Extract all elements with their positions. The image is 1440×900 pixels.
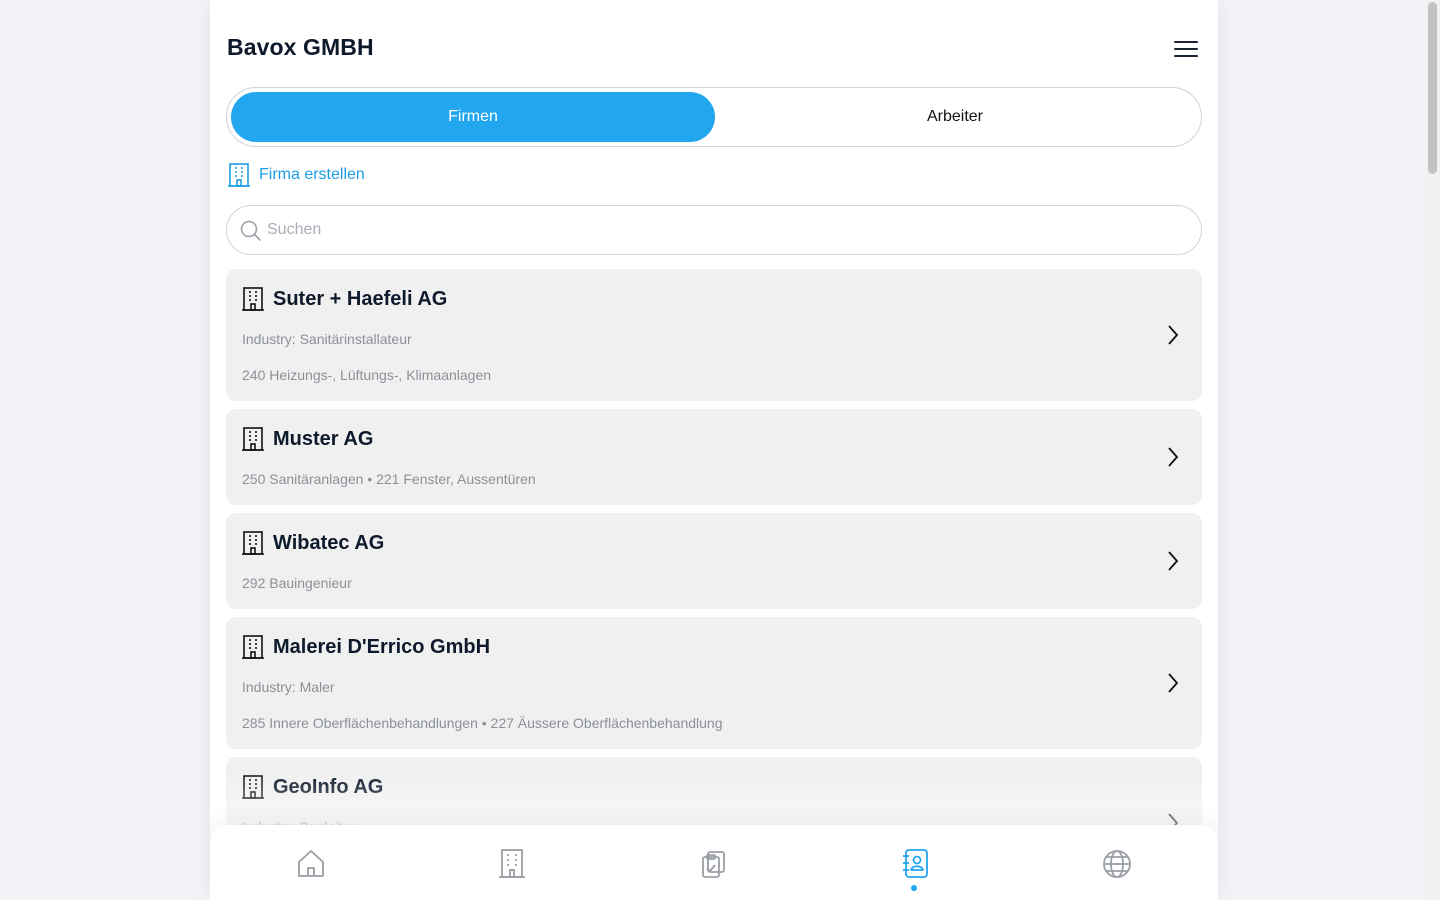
create-company-label: Firma erstellen <box>259 166 365 183</box>
chevron-right-icon <box>1168 325 1179 345</box>
company-card[interactable]: Muster AG 250 Sanitäranlagen • 221 Fenst… <box>226 409 1202 505</box>
company-header: Suter + Haefeli AG <box>241 286 447 312</box>
search-input[interactable] <box>267 206 1187 254</box>
company-header: Malerei D'Errico GmbH <box>241 634 490 660</box>
nav-contacts[interactable] <box>898 847 932 891</box>
create-company-link[interactable]: Firma erstellen <box>227 162 365 188</box>
company-name: Suter + Haefeli AG <box>273 287 448 310</box>
page-title: Bavox GMBH <box>227 34 374 60</box>
company-name: Wibatec AG <box>273 531 385 554</box>
nav-companies[interactable] <box>495 847 529 881</box>
company-industry: Industry: Maler <box>242 679 335 695</box>
hamburger-menu-icon[interactable] <box>1170 36 1202 62</box>
bottom-nav <box>210 825 1218 900</box>
globe-icon <box>1103 850 1131 878</box>
company-card[interactable]: Wibatec AG 292 Bauingenieur <box>226 513 1202 609</box>
building-icon <box>242 635 264 659</box>
building-icon <box>242 287 264 311</box>
chevron-right-icon <box>1168 551 1179 571</box>
company-industry: Industry: Sanitärinstallateur <box>242 331 412 347</box>
company-name: GeoInfo AG <box>273 775 384 798</box>
active-indicator <box>911 885 917 891</box>
app-shell: Bavox GMBH Firmen Arbeiter Firma erstell… <box>210 0 1218 900</box>
chevron-right-icon <box>1168 673 1179 693</box>
company-name: Malerei D'Errico GmbH <box>273 635 491 658</box>
page-scrollbar[interactable] <box>1425 0 1440 900</box>
header: Bavox GMBH <box>210 0 1218 88</box>
building-icon <box>242 775 264 799</box>
company-trades: 240 Heizungs-, Lüftungs-, Klimaanlagen <box>242 367 492 383</box>
nav-language[interactable] <box>1100 847 1134 881</box>
segmented-control: Firmen Arbeiter <box>226 87 1202 147</box>
company-card[interactable]: Malerei D'Errico GmbH Industry: Maler 28… <box>226 617 1202 749</box>
tab-arbeiter[interactable]: Arbeiter <box>713 92 1197 142</box>
company-trades: 285 Innere Oberflächenbehandlungen • 227… <box>242 715 723 731</box>
chevron-right-icon <box>1168 447 1179 467</box>
nav-home[interactable] <box>294 847 328 881</box>
building-icon <box>228 163 250 187</box>
building-icon <box>242 427 264 451</box>
scrollbar-thumb[interactable] <box>1428 2 1437 174</box>
company-name: Muster AG <box>273 427 374 450</box>
company-trades: 250 Sanitäranlagen • 221 Fenster, Aussen… <box>242 471 536 487</box>
building-icon <box>242 531 264 555</box>
search-icon <box>240 220 262 242</box>
company-header: GeoInfo AG <box>241 774 383 800</box>
company-trades: 292 Bauingenieur <box>242 575 352 591</box>
company-card[interactable]: Suter + Haefeli AG Industry: Sanitärinst… <box>226 269 1202 401</box>
nav-tasks[interactable] <box>697 847 731 881</box>
home-icon <box>298 850 324 877</box>
company-header: Muster AG <box>241 426 373 452</box>
contacts-book-icon <box>903 849 928 878</box>
building-icon <box>499 849 525 878</box>
company-header: Wibatec AG <box>241 530 384 556</box>
clipboard-check-icon <box>702 851 725 878</box>
search-box <box>226 205 1202 255</box>
tab-firmen[interactable]: Firmen <box>231 92 715 142</box>
